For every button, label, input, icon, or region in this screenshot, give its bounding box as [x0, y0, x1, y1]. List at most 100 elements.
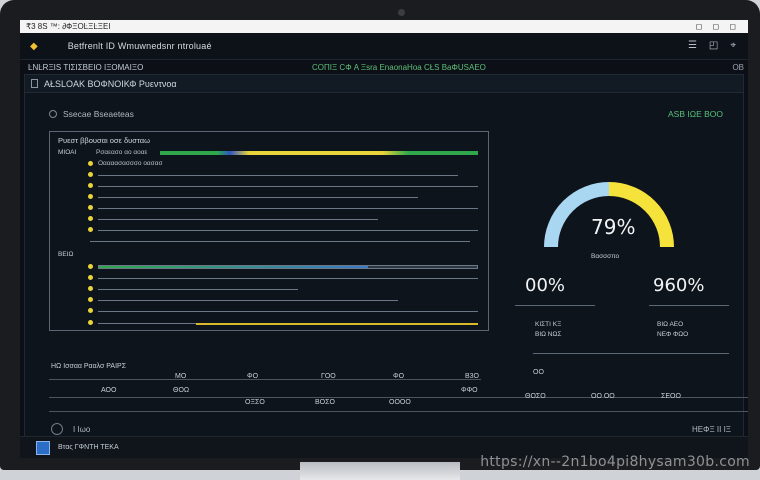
progress-fill [99, 266, 368, 268]
circle-icon[interactable] [51, 423, 63, 435]
tick-label: Β3Ο [465, 373, 480, 380]
panel-checkbox-icon[interactable] [31, 79, 38, 88]
tick-label: ΟΟ ΟΟ [591, 393, 615, 400]
list-item[interactable] [50, 262, 488, 272]
dotted-line [98, 300, 398, 301]
webcam-icon [398, 9, 405, 16]
window-mode-icon[interactable]: ◰ [709, 40, 718, 51]
dashboard-panel: AŁSLOΑK ΒΟΦΝΟΙΚΦ Ρυεντνοα Ssecae Bseaete… [24, 74, 748, 454]
dotted-line [98, 278, 478, 279]
footer-label: Ι Ιωο [73, 425, 91, 434]
bullet-icon [88, 297, 93, 302]
task-list-box: Ρυεστ ββουσαι οσε δυσταω ΜΙΟΑΙ Ρσαεασο α… [49, 131, 489, 331]
tick-label: ΒΟΣΟ [315, 399, 335, 406]
info-strip-right[interactable]: ΟΒ [732, 63, 744, 72]
bullet-icon [88, 194, 93, 199]
list-item[interactable]: ΜΙΟΑΙ Ρσαεασο αο αοαε [50, 148, 488, 158]
dotted-line [98, 311, 478, 312]
list-item[interactable] [50, 170, 488, 180]
dotted-line [90, 241, 470, 242]
status-readout: ASB ΙΩΕ ΒΟΟ [667, 109, 723, 119]
gauge-bottom-divider [533, 353, 729, 354]
list-item[interactable]: ΒΕΙΩ [50, 250, 488, 260]
taskbar-label[interactable]: Βτας ΓΦΝΤΗ ΤΕΚΑ [58, 444, 119, 451]
progress-bar [98, 265, 478, 269]
list-item[interactable] [50, 203, 488, 213]
tick-label: ΦΟ [247, 373, 259, 380]
bullet-icon [88, 264, 93, 269]
list-item[interactable] [50, 284, 488, 294]
list-item[interactable] [50, 295, 488, 305]
bullet-icon [88, 183, 93, 188]
tick-label: ΘΟΩ [173, 387, 190, 394]
gauge-main-value: 79% [591, 215, 636, 239]
dotted-line [98, 186, 478, 187]
gauge-left-value: 00% [525, 275, 566, 296]
list-item[interactable]: Οαααασασσσο οασασ [50, 159, 488, 169]
list-item-label: ΒΕΙΩ [58, 251, 74, 258]
list-item[interactable] [50, 318, 488, 328]
gauge-right-label-2: ΝΕΦ ΦΩΟ [657, 331, 689, 338]
app-titlebar: ◆ Betfrenlt ID Wmuwnedsnr ntroluaé ☰ ◰ ⌖ [20, 33, 748, 60]
tick-label: ΣΕΟΟ [661, 393, 681, 400]
table-title: ΗΩ Ισσαα Ρααλσ ΡΑΙΡΣ [51, 363, 127, 370]
bullet-icon [88, 205, 93, 210]
list-item[interactable] [50, 236, 488, 246]
list-item[interactable] [50, 273, 488, 283]
bullet-icon [88, 227, 93, 232]
tick-label: ΦΦΟ [461, 387, 478, 394]
window-title: Betfrenlt ID Wmuwnedsnr ntroluaé [67, 41, 212, 51]
section-heading: Ssecae Bseaeteas [49, 109, 134, 119]
list-item[interactable] [50, 192, 488, 202]
gauge-right-value: 960% [653, 275, 705, 296]
gauge-left-label-2: ΒΙΩ ΝΩΣ [535, 331, 562, 338]
list-item[interactable] [50, 181, 488, 191]
panel-title: AŁSLOΑK ΒΟΦΝΟΙΚΦ Ρυεντνοα [44, 78, 177, 89]
bullet-icon [88, 172, 93, 177]
tick-label: ΓΟΟ [321, 373, 336, 380]
list-item[interactable] [50, 214, 488, 224]
pin-icon[interactable]: ⌖ [730, 40, 736, 51]
info-strip-left: ĿNĿRΞΙS ΤΙΣΙΣΒΕΙΟ ΙΞΟΜΑΙΞΟ [28, 62, 144, 72]
app-window-icon[interactable] [36, 440, 50, 455]
table-row-line [49, 397, 748, 398]
footer-right-text: ΗΕΦΞ ΙΙ ΙΞ [691, 425, 731, 434]
dotted-line [98, 208, 478, 209]
list-item-text: Οαααασασσσο οασασ [98, 160, 163, 167]
window-controls: ☰ ◰ ⌖ [688, 40, 736, 51]
dotted-line [98, 197, 418, 198]
table-bottom-line [49, 411, 748, 412]
status-bar [160, 151, 478, 155]
dotted-line [98, 230, 478, 231]
monitor-bezel: ₹3 8S ™: ∂ФΞΟĿΞĿΞΕΙ ◻ ◻ ◻ ◆ Betfrenlt ID… [0, 0, 760, 470]
system-bar: ₹3 8S ™: ∂ФΞΟĿΞĿΞΕΙ ◻ ◻ ◻ [20, 20, 748, 33]
gauge-main-label: Βασσσπο [591, 253, 620, 260]
list-item[interactable] [50, 225, 488, 235]
table-axis-line [49, 379, 481, 380]
tick-label: ΟΟΟΟ [389, 399, 411, 406]
bullet-icon [88, 216, 93, 221]
tick-label: ΜΟ [175, 373, 187, 380]
list-item-text: Ρσαεασο αο αοαε [96, 149, 148, 156]
dotted-line [98, 175, 458, 176]
dotted-line [98, 219, 378, 220]
tick-label: ΟΟ [533, 369, 544, 376]
yellow-progress-bar [196, 323, 478, 325]
tick-label: ΦΟ [393, 373, 405, 380]
app-logo-icon: ◆ [30, 40, 38, 52]
bullet-icon [88, 320, 93, 325]
bullet-icon [88, 161, 93, 166]
monitor-stand [300, 462, 460, 480]
list-item[interactable] [50, 306, 488, 316]
info-strip: ĿNĿRΞΙS ΤΙΣΙΣΒΕΙΟ ΙΞΟΜΑΙΞΟ COΠIΞ CΦ A Ξs… [20, 60, 748, 74]
panel-header: AŁSLOΑK ΒΟΦΝΟΙΚΦ Ρυεντνοα [25, 75, 743, 93]
section-dot-icon [49, 110, 57, 118]
menu-icon[interactable]: ☰ [688, 40, 697, 51]
gauge-left-divider [515, 305, 595, 306]
tick-label: ΑΟΟ [101, 387, 117, 394]
screen: ₹3 8S ™: ∂ФΞΟĿΞĿΞΕΙ ◻ ◻ ◻ ◆ Betfrenlt ID… [20, 20, 748, 458]
system-tray-icons[interactable]: ◻ ◻ ◻ [696, 20, 740, 33]
info-strip-center: COΠIΞ CΦ A Ξsra EnaonaHoa CŁS BaΦUSΑΕO [312, 62, 486, 72]
gauge-right-divider [649, 305, 729, 306]
tick-label: ΘΟΣΟ [525, 393, 546, 400]
